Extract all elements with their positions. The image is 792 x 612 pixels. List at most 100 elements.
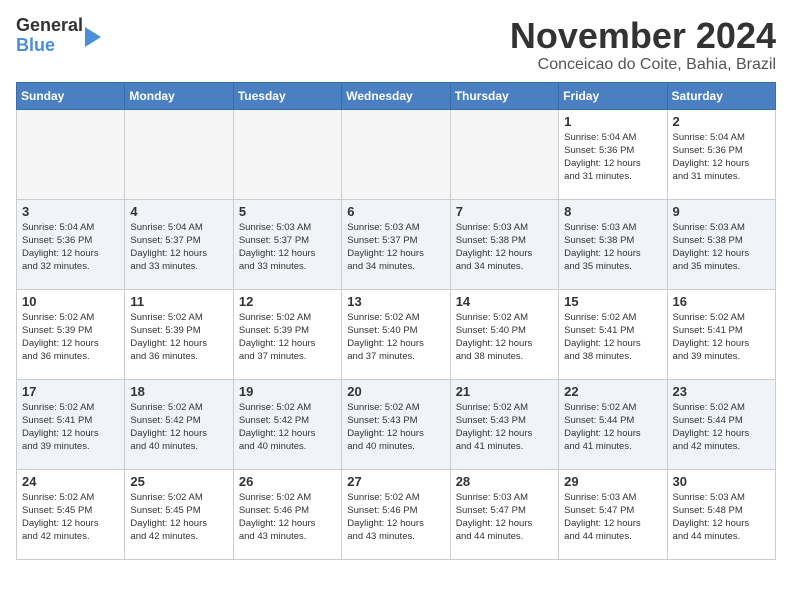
calendar-cell: 22Sunrise: 5:02 AM Sunset: 5:44 PM Dayli…: [559, 379, 667, 469]
day-info: Sunrise: 5:02 AM Sunset: 5:39 PM Dayligh…: [130, 311, 227, 364]
calendar-table: SundayMondayTuesdayWednesdayThursdayFrid…: [16, 82, 776, 560]
calendar-cell: 27Sunrise: 5:02 AM Sunset: 5:46 PM Dayli…: [342, 469, 450, 559]
calendar-cell: 10 Sunrise: 5:02 AM Sunset: 5:39 PM Dayli…: [17, 289, 125, 379]
day-number: 3: [22, 204, 119, 219]
day-info: Sunrise: 5:02 AM Sunset: 5:43 PM Dayligh…: [347, 401, 444, 454]
calendar-cell: [450, 109, 558, 199]
day-info: Sunrise: 5:02 AM Sunset: 5:46 PM Dayligh…: [239, 491, 336, 544]
calendar-cell: [125, 109, 233, 199]
day-number: 22: [564, 384, 661, 399]
calendar-cell: 7 Sunrise: 5:03 AM Sunset: 5:38 PM Daylig…: [450, 199, 558, 289]
title-block: November 2024 Conceicao do Coite, Bahia,…: [510, 16, 776, 74]
weekday-header-row: SundayMondayTuesdayWednesdayThursdayFrid…: [17, 82, 776, 109]
weekday-header-wednesday: Wednesday: [342, 82, 450, 109]
calendar-cell: 11 Sunrise: 5:02 AM Sunset: 5:39 PM Dayli…: [125, 289, 233, 379]
day-info: Sunrise: 5:04 AM Sunset: 5:36 PM Dayligh…: [564, 131, 661, 184]
day-number: 12: [239, 294, 336, 309]
day-number: 29: [564, 474, 661, 489]
week-row-5: 24 Sunrise: 5:02 AM Sunset: 5:45 PM Dayli…: [17, 469, 776, 559]
calendar-cell: [17, 109, 125, 199]
day-number: 6: [347, 204, 444, 219]
day-info: Sunrise: 5:02 AM Sunset: 5:45 PM Dayligh…: [130, 491, 227, 544]
weekday-header-saturday: Saturday: [667, 82, 775, 109]
day-info: Sunrise: 5:02 AM Sunset: 5:45 PM Dayligh…: [22, 491, 119, 544]
day-number: 20: [347, 384, 444, 399]
calendar-cell: 17 Sunrise: 5:02 AM Sunset: 5:41 PM Dayli…: [17, 379, 125, 469]
day-info: Sunrise: 5:03 AM Sunset: 5:47 PM Dayligh…: [564, 491, 661, 544]
day-info: Sunrise: 5:02 AM Sunset: 5:42 PM Dayligh…: [130, 401, 227, 454]
day-number: 5: [239, 204, 336, 219]
day-number: 10: [22, 294, 119, 309]
location-subtitle: Conceicao do Coite, Bahia, Brazil: [510, 56, 776, 74]
day-number: 9: [673, 204, 770, 219]
calendar-cell: 26 Sunrise: 5:02 AM Sunset: 5:46 PM Dayli…: [233, 469, 341, 559]
calendar-cell: 2Sunrise: 5:04 AM Sunset: 5:36 PM Daylig…: [667, 109, 775, 199]
calendar-cell: 12 Sunrise: 5:02 AM Sunset: 5:39 PM Dayli…: [233, 289, 341, 379]
calendar-cell: 18 Sunrise: 5:02 AM Sunset: 5:42 PM Dayli…: [125, 379, 233, 469]
calendar-cell: 15Sunrise: 5:02 AM Sunset: 5:41 PM Dayli…: [559, 289, 667, 379]
week-row-1: 1 Sunrise: 5:04 AM Sunset: 5:36 PM Daylig…: [17, 109, 776, 199]
calendar-cell: 20 Sunrise: 5:02 AM Sunset: 5:43 PM Dayli…: [342, 379, 450, 469]
day-number: 4: [130, 204, 227, 219]
day-info: Sunrise: 5:02 AM Sunset: 5:44 PM Dayligh…: [673, 401, 770, 454]
day-number: 7: [456, 204, 553, 219]
week-row-3: 10 Sunrise: 5:02 AM Sunset: 5:39 PM Dayli…: [17, 289, 776, 379]
calendar-cell: 14 Sunrise: 5:02 AM Sunset: 5:40 PM Dayli…: [450, 289, 558, 379]
day-number: 30: [673, 474, 770, 489]
calendar-cell: 3 Sunrise: 5:04 AM Sunset: 5:36 PM Daylig…: [17, 199, 125, 289]
day-info: Sunrise: 5:02 AM Sunset: 5:46 PM Dayligh…: [347, 491, 444, 544]
logo-general: General: [16, 15, 83, 35]
day-number: 19: [239, 384, 336, 399]
page-header: General Blue November 2024 Conceicao do …: [16, 16, 776, 74]
day-number: 21: [456, 384, 553, 399]
calendar-cell: 28 Sunrise: 5:03 AM Sunset: 5:47 PM Dayli…: [450, 469, 558, 559]
month-title: November 2024: [510, 16, 776, 56]
calendar-cell: 9 Sunrise: 5:03 AM Sunset: 5:38 PM Daylig…: [667, 199, 775, 289]
day-number: 17: [22, 384, 119, 399]
day-number: 28: [456, 474, 553, 489]
week-row-4: 17 Sunrise: 5:02 AM Sunset: 5:41 PM Dayli…: [17, 379, 776, 469]
day-info: Sunrise: 5:02 AM Sunset: 5:43 PM Dayligh…: [456, 401, 553, 454]
calendar-cell: 23Sunrise: 5:02 AM Sunset: 5:44 PM Dayli…: [667, 379, 775, 469]
calendar-cell: [233, 109, 341, 199]
day-info: Sunrise: 5:03 AM Sunset: 5:38 PM Dayligh…: [456, 221, 553, 274]
calendar-cell: 21 Sunrise: 5:02 AM Sunset: 5:43 PM Dayli…: [450, 379, 558, 469]
day-number: 25: [130, 474, 227, 489]
day-info: Sunrise: 5:02 AM Sunset: 5:40 PM Dayligh…: [456, 311, 553, 364]
weekday-header-tuesday: Tuesday: [233, 82, 341, 109]
day-info: Sunrise: 5:02 AM Sunset: 5:39 PM Dayligh…: [22, 311, 119, 364]
calendar-cell: 16 Sunrise: 5:02 AM Sunset: 5:41 PM Dayli…: [667, 289, 775, 379]
day-number: 16: [673, 294, 770, 309]
day-number: 18: [130, 384, 227, 399]
calendar-cell: 19Sunrise: 5:02 AM Sunset: 5:42 PM Dayli…: [233, 379, 341, 469]
weekday-header-thursday: Thursday: [450, 82, 558, 109]
day-number: 8: [564, 204, 661, 219]
day-info: Sunrise: 5:04 AM Sunset: 5:36 PM Dayligh…: [673, 131, 770, 184]
weekday-header-monday: Monday: [125, 82, 233, 109]
day-number: 1: [564, 114, 661, 129]
calendar-cell: 6Sunrise: 5:03 AM Sunset: 5:37 PM Daylig…: [342, 199, 450, 289]
day-number: 26: [239, 474, 336, 489]
day-info: Sunrise: 5:03 AM Sunset: 5:38 PM Dayligh…: [673, 221, 770, 274]
day-number: 11: [130, 294, 227, 309]
logo: General Blue: [16, 16, 101, 56]
calendar-cell: 30 Sunrise: 5:03 AM Sunset: 5:48 PM Dayli…: [667, 469, 775, 559]
day-number: 14: [456, 294, 553, 309]
day-info: Sunrise: 5:02 AM Sunset: 5:41 PM Dayligh…: [673, 311, 770, 364]
calendar-cell: 24 Sunrise: 5:02 AM Sunset: 5:45 PM Dayli…: [17, 469, 125, 559]
calendar-cell: 13Sunrise: 5:02 AM Sunset: 5:40 PM Dayli…: [342, 289, 450, 379]
day-info: Sunrise: 5:03 AM Sunset: 5:38 PM Dayligh…: [564, 221, 661, 274]
calendar-cell: 4Sunrise: 5:04 AM Sunset: 5:37 PM Daylig…: [125, 199, 233, 289]
logo-blue: Blue: [16, 35, 55, 55]
day-info: Sunrise: 5:04 AM Sunset: 5:36 PM Dayligh…: [22, 221, 119, 274]
weekday-header-friday: Friday: [559, 82, 667, 109]
day-info: Sunrise: 5:03 AM Sunset: 5:47 PM Dayligh…: [456, 491, 553, 544]
day-number: 13: [347, 294, 444, 309]
day-info: Sunrise: 5:03 AM Sunset: 5:37 PM Dayligh…: [239, 221, 336, 274]
day-number: 24: [22, 474, 119, 489]
day-info: Sunrise: 5:02 AM Sunset: 5:41 PM Dayligh…: [22, 401, 119, 454]
logo-arrow-icon: [85, 27, 101, 47]
day-info: Sunrise: 5:02 AM Sunset: 5:41 PM Dayligh…: [564, 311, 661, 364]
day-info: Sunrise: 5:02 AM Sunset: 5:39 PM Dayligh…: [239, 311, 336, 364]
day-info: Sunrise: 5:03 AM Sunset: 5:48 PM Dayligh…: [673, 491, 770, 544]
